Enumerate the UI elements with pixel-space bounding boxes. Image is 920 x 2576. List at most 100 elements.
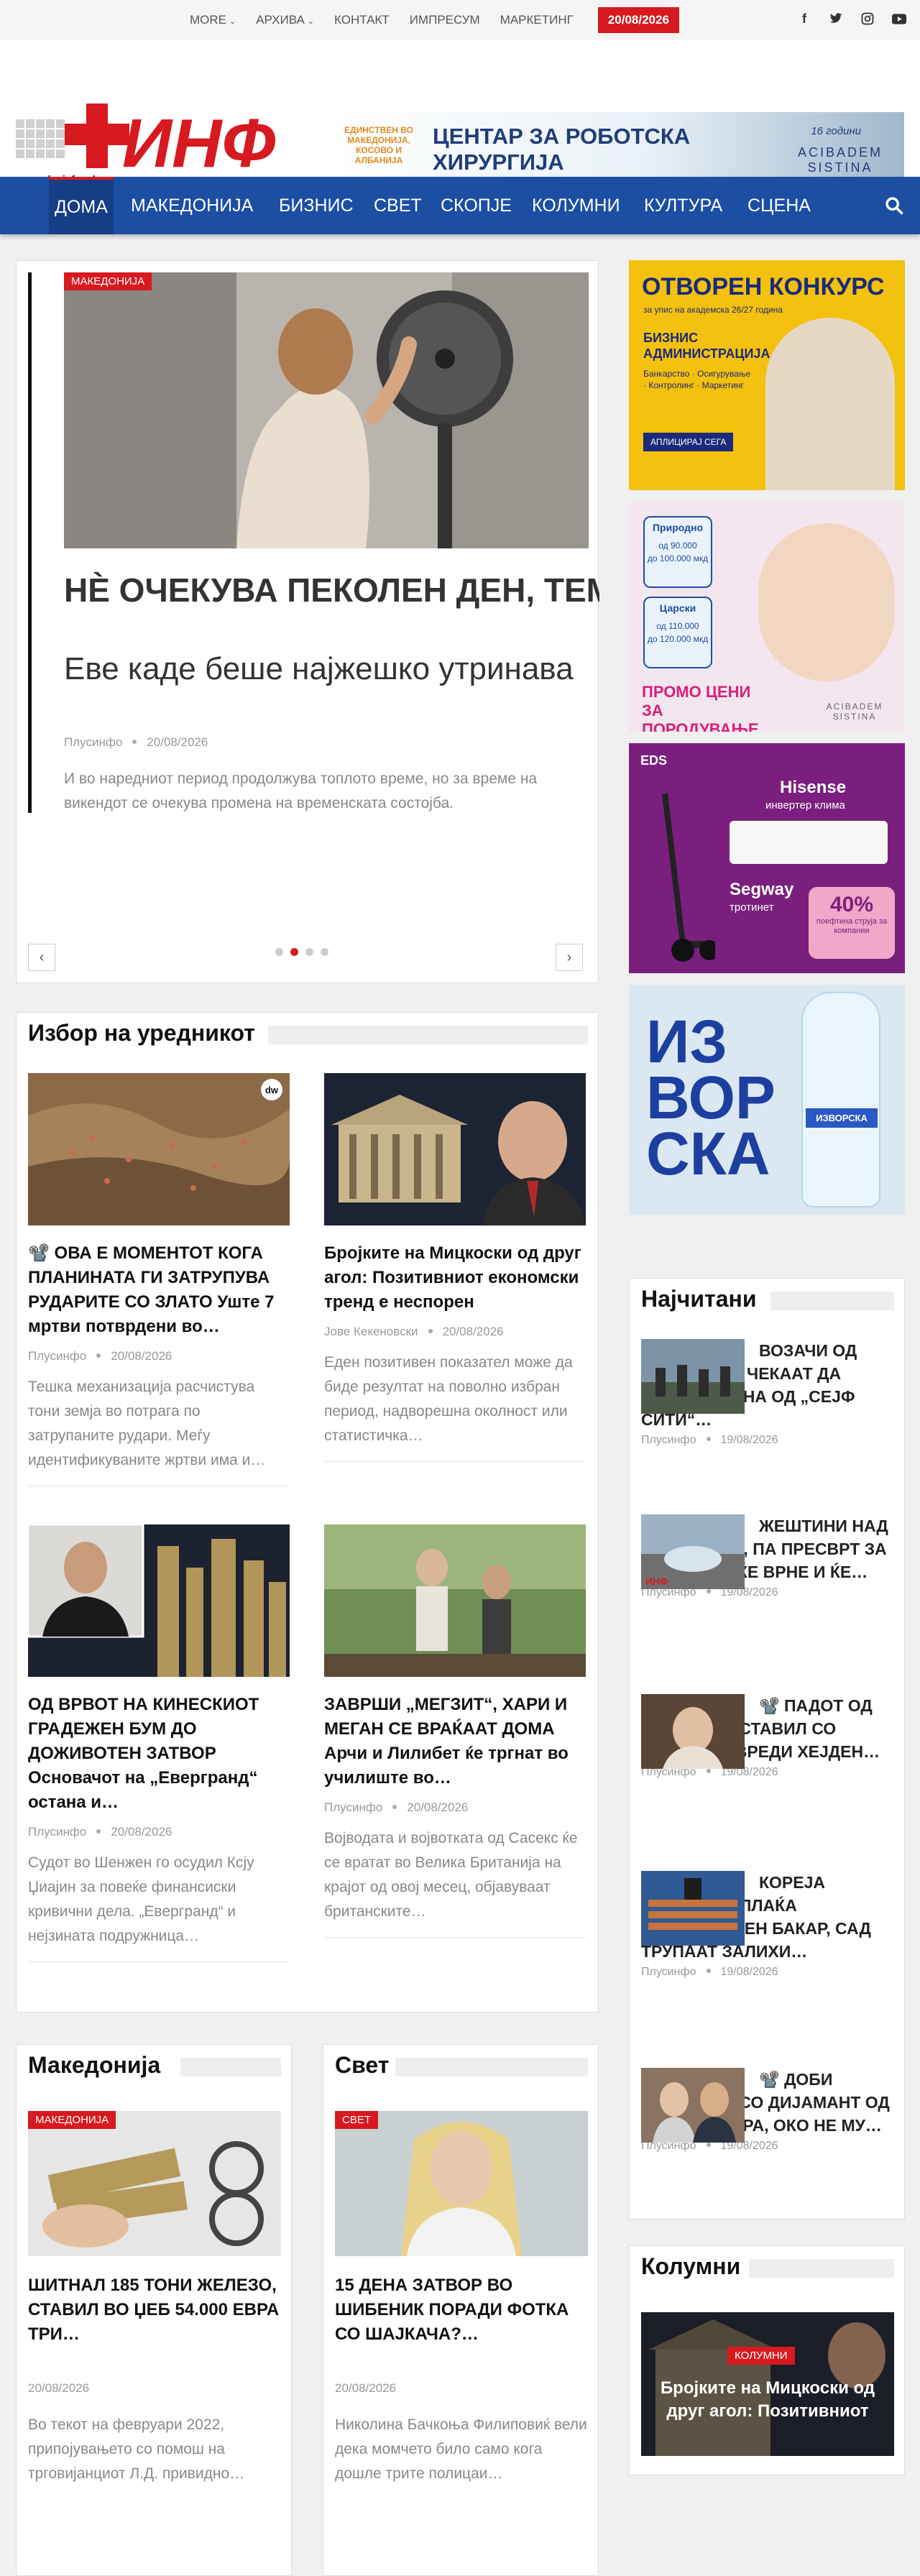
- meta-separator: [706, 1969, 711, 1973]
- facebook-icon[interactable]: f: [796, 11, 812, 27]
- slide-author[interactable]: Плусинфо: [64, 735, 122, 749]
- twitter-icon[interactable]: [828, 11, 844, 27]
- category-badge[interactable]: СВЕТ: [335, 2111, 379, 2129]
- kolumni-feature[interactable]: КОЛУМНИ Бројките на Мицкоски од друг аго…: [641, 2312, 894, 2456]
- nav-item-kultura[interactable]: КУЛТУРА: [644, 177, 722, 234]
- post-author[interactable]: Плусинфо: [28, 1825, 86, 1839]
- banner-brand-line2: SISTINA: [807, 160, 873, 175]
- sidebar-ad-heidelberg[interactable]: ОТВОРЕН КОНКУРС за упис на академска 26/…: [629, 260, 905, 490]
- ad-body-line1: БИЗНИС: [643, 331, 699, 345]
- editors-pick-section: Избор на уредникот dw 📽️ ОВА Е МОМЕНТОТ …: [16, 1012, 599, 2012]
- slide-excerpt: И во наредниот период продолжува топлото…: [64, 770, 538, 811]
- editors-post: ОД ВРВОТ НА КИНЕСКИОТ ГРАДЕЖЕН БУМ ДО ДО…: [28, 1524, 290, 1962]
- post-image[interactable]: МАКЕДОНИЈА: [28, 2111, 281, 2256]
- slider-dot[interactable]: [275, 948, 283, 956]
- editors-post: dw 📽️ ОВА Е МОМЕНТОТ КОГА ПЛАНИНАТА ГИ З…: [28, 1073, 290, 1486]
- ad-wordmark-line3: СКА: [646, 1120, 770, 1187]
- post-image[interactable]: [324, 1524, 586, 1677]
- most-read-thumb[interactable]: [641, 1339, 745, 1414]
- price-box-from: од 90.000: [658, 540, 697, 551]
- post-excerpt: Еден позитивен показател може да биде ре…: [324, 1354, 573, 1444]
- nav-item-svet[interactable]: СВЕТ: [374, 177, 422, 234]
- ad-person-image: [765, 318, 895, 490]
- post-image[interactable]: [324, 1073, 586, 1225]
- slide-image[interactable]: МАКЕДОНИЈА: [64, 272, 589, 548]
- top-nav-marketing[interactable]: МАРКЕТИНГ: [500, 13, 574, 27]
- post-title[interactable]: ШИТНАЛ 185 ТОНИ ЖЕЛЕЗО, СТАВИЛ ВО ЏЕБ 54…: [28, 2273, 281, 2347]
- section-title: Свет: [335, 2052, 390, 2078]
- post-image[interactable]: dw: [28, 1073, 290, 1225]
- banner-small-text: ЕДИНСТВЕН ВО МАКЕДОНИЈА, КОСОВО И АЛБАНИ…: [344, 125, 413, 165]
- top-nav-kontakt[interactable]: КОНТАКТ: [334, 13, 390, 27]
- sidebar-ad-izvorska[interactable]: ИЗ ВОР СКА ИЗВОРСКА: [629, 985, 905, 1215]
- ad-ac-image: [730, 821, 888, 864]
- post-title[interactable]: ЗАВРШИ „МЕГЗИТ“, ХАРИ И МЕГАН СЕ ВРАЌААТ…: [324, 1693, 586, 1790]
- youtube-icon[interactable]: [891, 11, 907, 27]
- nav-item-doma[interactable]: ДОМА: [49, 177, 114, 234]
- banner-headline: ЦЕНТАР ЗА РОБОТСКА ХИРУРГИЈА: [433, 124, 690, 175]
- slider-prev-button[interactable]: ‹: [28, 944, 55, 971]
- slider-dot[interactable]: [321, 948, 328, 956]
- ad-scooter-image: [662, 793, 715, 962]
- search-icon[interactable]: [884, 196, 904, 216]
- meta-separator: [706, 2143, 711, 2147]
- top-nav-arhiva[interactable]: АРХИВА ⌄: [256, 13, 314, 27]
- most-read-thumb[interactable]: [641, 2068, 745, 2143]
- post-author[interactable]: Плусинфо: [641, 1966, 696, 1978]
- ad-subline: за упис на академска 26/27 година: [643, 305, 783, 315]
- sidebar-ad-acibadem[interactable]: Природно од 90.000 до 100.000 мкд Царски…: [629, 502, 905, 732]
- ad-wordmark-line1: ИЗ: [646, 1008, 727, 1075]
- slider-dot[interactable]: [305, 948, 313, 956]
- most-read-thumb[interactable]: ИНФ: [641, 1514, 745, 1589]
- top-banner-ad[interactable]: ЕДИНСТВЕН ВО МАКЕДОНИЈА, КОСОВО И АЛБАНИ…: [332, 112, 904, 186]
- post-image[interactable]: СВЕТ: [335, 2111, 588, 2256]
- svet-section: Свет СВЕТ 15 ДЕНА ЗАТВОР ВО ШИБЕНИК ПОРА…: [323, 2044, 599, 2576]
- most-read-thumb[interactable]: [641, 1694, 745, 1769]
- ad-price-box-natural: Природно од 90.000 до 100.000 мкд: [643, 516, 712, 588]
- post-author[interactable]: Плусинфо: [641, 1434, 696, 1446]
- most-read-item: 📽️ ПАДОТ ОД ЗЕБРА ЈА ОСТАВИЛ СО ТРАЈНИ П…: [641, 1694, 894, 1779]
- nav-item-skopje[interactable]: СКОПЈЕ: [441, 177, 512, 234]
- post-image[interactable]: [28, 1524, 290, 1677]
- post-title[interactable]: 📽️ ОВА Е МОМЕНТОТ КОГА ПЛАНИНАТА ГИ ЗАТР…: [28, 1241, 290, 1339]
- most-read-thumb[interactable]: [641, 1871, 745, 1946]
- ad-body-line2: АДМИНИСТРАЦИЈА: [643, 346, 770, 361]
- divider: [28, 1961, 290, 1962]
- slider-dot-active[interactable]: [290, 948, 298, 956]
- slider-pagination: [275, 948, 328, 956]
- ad-headline: ОТВОРЕН КОНКУРС: [642, 273, 885, 300]
- post-title[interactable]: 15 ДЕНА ЗАТВОР ВО ШИБЕНИК ПОРАДИ ФОТКА С…: [335, 2273, 588, 2347]
- slider-next-button[interactable]: ›: [556, 944, 583, 971]
- meta-separator: [132, 740, 137, 744]
- slide-title-lower[interactable]: Еве каде беше најжешко утринава: [64, 649, 581, 689]
- ad-cta-button[interactable]: АПЛИЦИРАЈ СЕГА: [643, 433, 734, 451]
- nav-item-makedonija[interactable]: МАКЕДОНИЈА: [131, 177, 253, 234]
- main-nav: ДОМА МАКЕДОНИЈА БИЗНИС СВЕТ СКОПЈЕ КОЛУМ…: [0, 177, 920, 234]
- category-badge[interactable]: МАКЕДОНИЈА: [28, 2111, 116, 2129]
- svg-text:ИНФ: ИНФ: [645, 1576, 668, 1587]
- ad-discount: 40%: [829, 893, 874, 916]
- slide-title-upper[interactable]: НЀ ОЧЕКУВА ПЕКОЛЕН ДЕН, ТЕМПЕРАТУРИ ДО 3…: [64, 570, 599, 610]
- kolumni-title[interactable]: Бројките на Мицкоски од друг агол: Позит…: [656, 2377, 880, 2423]
- post-author[interactable]: Јове Кекеновски: [324, 1325, 418, 1338]
- post-excerpt: Тешка механизација расчистува тони земја…: [28, 1379, 266, 1468]
- post-author[interactable]: Плусинфо: [28, 1349, 86, 1363]
- nav-item-kolumni[interactable]: КОЛУМНИ: [532, 177, 620, 234]
- nav-item-scena[interactable]: СЦЕНА: [748, 177, 811, 234]
- ad-price-box-cesarean: Царски од 110.000 до 120.000 мкд: [643, 597, 712, 668]
- top-nav-more[interactable]: MORE ⌄: [190, 13, 236, 27]
- post-title[interactable]: ОД ВРВОТ НА КИНЕСКИОТ ГРАДЕЖЕН БУМ ДО ДО…: [28, 1693, 290, 1815]
- post-excerpt: Во текот на февруари 2022, припојувањето…: [28, 2416, 245, 2482]
- post-title[interactable]: Бројките на Мицкоски од друг агол: Позит…: [324, 1241, 586, 1315]
- nav-item-biznis[interactable]: БИЗНИС: [279, 177, 354, 234]
- post-author[interactable]: Плусинфо: [324, 1800, 382, 1814]
- meta-separator: [96, 1353, 101, 1358]
- top-nav-impresum[interactable]: ИМПРЕСУМ: [410, 13, 480, 27]
- sidebar-ad-eds[interactable]: EDS Hisense инвертер клима Segway тротин…: [629, 743, 905, 973]
- ad-discount-sub: поефтина струја за компании: [816, 917, 888, 935]
- ad-hisense-sub: инвертер клима: [765, 799, 845, 811]
- instagram-icon[interactable]: [860, 11, 875, 27]
- slide-category-badge[interactable]: МАКЕДОНИЈА: [64, 272, 152, 290]
- header: ИНФ www.plusinfo.mk ЕДИНСТВЕН ВО МАКЕДОН…: [0, 40, 920, 186]
- category-badge[interactable]: КОЛУМНИ: [727, 2347, 795, 2365]
